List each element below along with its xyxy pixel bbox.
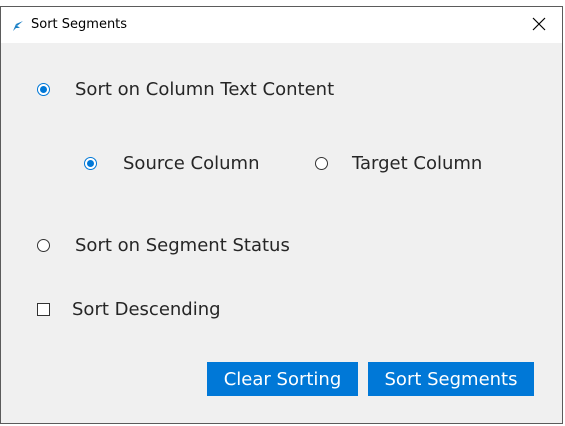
sort-descending-label: Sort Descending (72, 299, 221, 320)
dialog-content: Sort on Column Text Content Source Colum… (1, 43, 562, 423)
window-title: Sort Segments (31, 17, 128, 32)
sort-segments-button[interactable]: Sort Segments (368, 362, 534, 396)
sort-text-option[interactable]: Sort on Column Text Content (37, 79, 334, 100)
close-icon (532, 16, 546, 35)
sort-descending-option[interactable]: Sort Descending (37, 299, 221, 320)
sort-segments-dialog: Sort Segments Sort on Column Text Conten… (0, 6, 563, 424)
target-column-label: Target Column (352, 153, 483, 174)
app-logo-icon (11, 18, 25, 32)
sort-status-label: Sort on Segment Status (75, 235, 290, 256)
clear-sorting-button[interactable]: Clear Sorting (207, 362, 358, 396)
sort-status-radio[interactable] (37, 239, 50, 252)
source-column-option[interactable]: Source Column (84, 153, 259, 174)
sort-descending-checkbox[interactable] (37, 303, 50, 316)
title-bar: Sort Segments (1, 7, 562, 43)
source-column-label: Source Column (123, 153, 260, 174)
target-column-radio[interactable] (315, 157, 328, 170)
sort-text-label: Sort on Column Text Content (75, 79, 335, 100)
close-button[interactable] (516, 7, 562, 43)
source-column-radio[interactable] (84, 157, 97, 170)
sort-status-option[interactable]: Sort on Segment Status (37, 235, 290, 256)
sort-text-radio[interactable] (37, 83, 50, 96)
target-column-option[interactable]: Target Column (315, 153, 482, 174)
